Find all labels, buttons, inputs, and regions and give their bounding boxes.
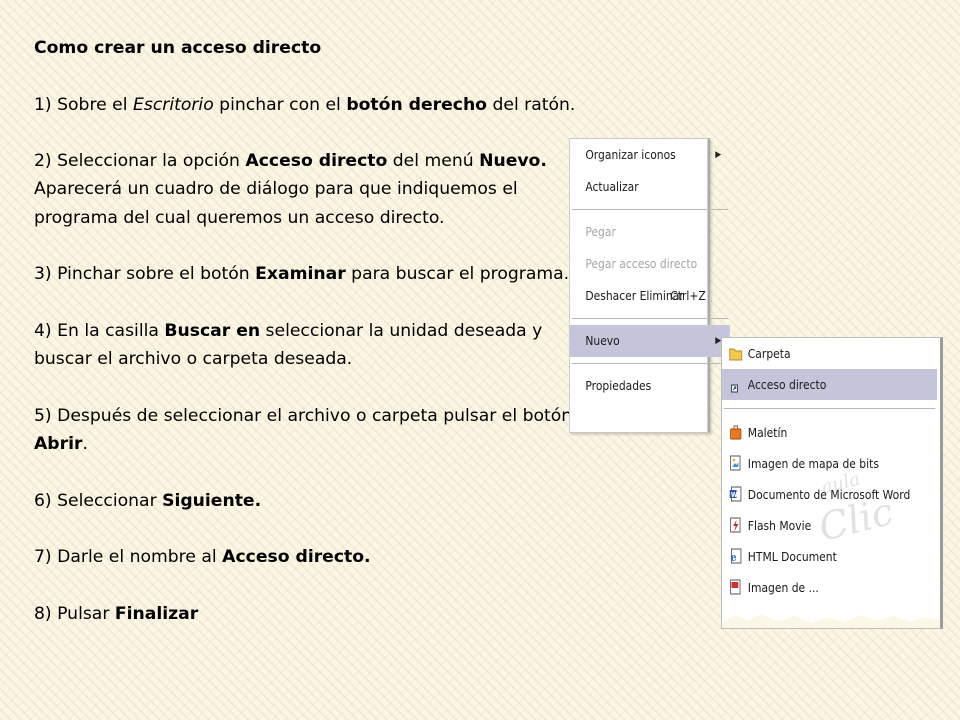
submenu-item-label: Imagen de mapa de bits — [747, 456, 879, 471]
torn-edge — [722, 614, 940, 628]
submenu-item-imagen-de-mapa-de-bits[interactable]: Imagen de mapa de bits — [722, 448, 937, 479]
submenu-item-label: HTML Document — [747, 549, 837, 564]
submenu-item-acceso-directo[interactable]: Acceso directo — [722, 369, 937, 400]
step-4: 4) En la casilla Buscar en seleccionar l… — [34, 320, 543, 370]
menu-item-label: Deshacer Eliminar — [585, 288, 684, 303]
step-2: 2) Seleccionar la opción Acceso directo … — [34, 151, 547, 172]
shortcut-label: Ctrl+Z — [670, 288, 706, 303]
menu-item-label: Actualizar — [585, 179, 639, 194]
menu-item-label: Nuevo — [585, 333, 620, 348]
submenu-item-maletin[interactable]: Maletín — [722, 417, 937, 448]
flash-icon — [730, 517, 741, 533]
html-icon: e — [731, 548, 742, 564]
desktop-context-menu: Organizar iconos ▶ Actualizar Pegar Pega… — [569, 138, 730, 433]
submenu-item-label: Documento de Microsoft Word — [747, 487, 911, 502]
folder-icon — [729, 348, 743, 361]
menu-separator — [571, 363, 729, 364]
nuevo-submenu: aula Clic Carpeta Acceso directo Maletín — [721, 337, 943, 629]
svg-text:W: W — [731, 490, 738, 499]
image-icon — [730, 579, 741, 595]
menu-item-pegar-acceso-directo[interactable]: Pegar acceso directo — [570, 248, 730, 280]
menu-item-deshacer-eliminar[interactable]: Deshacer Eliminar Ctrl+Z — [570, 280, 730, 312]
step-6: 6) Seleccionar Siguiente. — [34, 490, 262, 511]
menu-item-label: Pegar acceso directo — [585, 256, 698, 271]
submenu-item-label: Imagen de ... — [747, 580, 819, 595]
step-5: 5) Después de seleccionar el archivo o c… — [34, 405, 573, 455]
menu-separator — [723, 408, 936, 409]
menu-item-pegar[interactable]: Pegar — [570, 216, 730, 248]
menu-item-organizar-iconos[interactable]: Organizar iconos ▶ — [570, 139, 730, 171]
submenu-item-label: Carpeta — [747, 346, 791, 361]
shortcut-icon — [731, 384, 738, 393]
step-8: 8) Pulsar Finalizar — [34, 603, 199, 624]
word-icon: W — [729, 486, 742, 502]
submenu-item-label: Flash Movie — [747, 518, 812, 533]
submenu-item-documento-word[interactable]: W Documento de Microsoft Word — [722, 479, 937, 510]
submenu-item-label: Maletín — [747, 425, 788, 440]
svg-text:e: e — [731, 551, 737, 564]
step-3: 3) Pinchar sobre el botón Examinar para … — [34, 264, 570, 285]
menu-separator — [571, 209, 729, 210]
submenu-item-label: Acceso directo — [747, 377, 827, 392]
bitmap-icon — [730, 455, 741, 471]
submenu-item-carpeta[interactable]: Carpeta — [722, 338, 937, 369]
menu-item-propiedades[interactable]: Propiedades — [570, 370, 730, 402]
step-2-note: Aparecerá un cuadro de diálogo para que … — [34, 179, 518, 228]
briefcase-icon — [730, 425, 742, 440]
menu-item-label: Organizar iconos — [585, 147, 676, 162]
menu-item-label: Pegar — [585, 224, 616, 239]
menu-item-nuevo[interactable]: Nuevo ▶ — [569, 325, 730, 357]
submenu-item-imagen[interactable]: Imagen de ... — [722, 572, 937, 603]
submenu-arrow-icon: ▶ — [715, 150, 722, 160]
step-1: 1) Sobre el Escritorio pinchar con el bo… — [34, 94, 576, 115]
menu-item-label: Propiedades — [585, 378, 652, 393]
step-7: 7) Darle el nombre al Acceso directo. — [34, 547, 371, 568]
slide-title: Como crear un acceso directo — [34, 38, 322, 58]
submenu-item-flash-movie[interactable]: Flash Movie — [722, 510, 937, 541]
menu-item-actualizar[interactable]: Actualizar — [570, 171, 730, 203]
submenu-item-html-document[interactable]: e HTML Document — [722, 541, 937, 572]
instructions-text: Como crear un acceso directo 1) Sobre el… — [34, 34, 586, 657]
menu-separator — [571, 318, 729, 319]
